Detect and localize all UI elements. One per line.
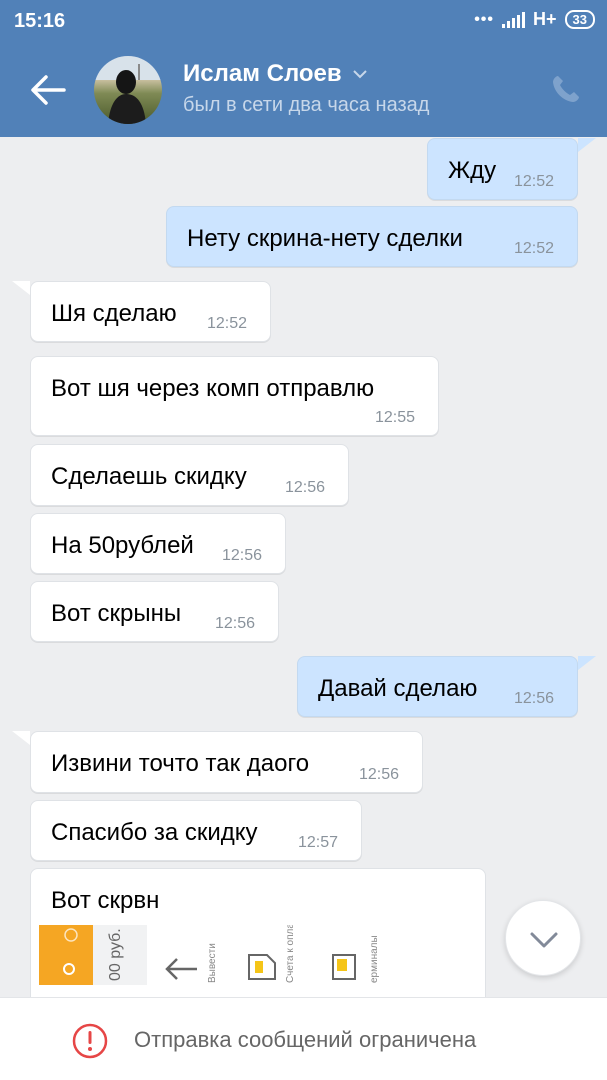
- avatar[interactable]: [94, 56, 162, 124]
- message-text: Вот скрыны: [51, 600, 182, 627]
- message-time: 12:52: [207, 315, 248, 332]
- more-dots-icon: •••: [474, 10, 495, 28]
- message-text: Давай сделаю: [318, 675, 478, 702]
- message-incoming-with-image[interactable]: Вот скрвн 00 руб. Вывести Счета к оплате: [30, 868, 486, 997]
- message-outgoing[interactable]: Нету скрина-нету сделки 12:52: [166, 206, 578, 267]
- message-incoming[interactable]: На 50рублей 12:56: [30, 513, 286, 574]
- contact-name: Ислам Слоев: [183, 60, 342, 87]
- signal-icon: [502, 11, 526, 28]
- back-arrow-icon[interactable]: [28, 72, 68, 108]
- chevron-down-icon: [530, 932, 558, 948]
- message-text: Нету скрина-нету сделки: [187, 225, 463, 252]
- bubble-tail: [12, 731, 30, 745]
- restriction-message: Отправка сообщений ограничена: [134, 1027, 477, 1052]
- attachment-amount: 00 руб.: [107, 928, 124, 981]
- status-time: 15:16: [14, 10, 66, 32]
- chevron-down-icon: [352, 70, 367, 79]
- message-incoming[interactable]: Вот шя через комп отправлю 12:55: [30, 356, 439, 436]
- document-icon: [248, 954, 276, 980]
- message-time: 12:57: [298, 834, 339, 851]
- status-icons: ••• H+ 33: [474, 9, 595, 30]
- avatar-person-icon: [108, 64, 146, 124]
- message-text: Сделаешь скидку: [51, 463, 247, 490]
- menu-item-label: Счета к оплате: [285, 925, 296, 983]
- messaging-restricted-bar: Отправка сообщений ограничена: [0, 997, 607, 1080]
- message-text: Шя сделаю: [51, 300, 177, 327]
- attachment-sidebar: [39, 925, 93, 985]
- message-time: 12:52: [514, 240, 555, 257]
- message-text: Вот шя через комп отправлю: [51, 375, 375, 402]
- contact-name-row[interactable]: Ислам Слоев: [183, 60, 368, 88]
- message-time: 12:55: [375, 409, 416, 426]
- attachment-menu: Вывести Счета к оплате ерминалы: [147, 925, 479, 985]
- battery-indicator: 33: [564, 10, 595, 29]
- message-text: Жду: [448, 157, 497, 184]
- message-outgoing[interactable]: Давай сделаю 12:56: [297, 656, 578, 717]
- message-time: 12:56: [514, 690, 555, 707]
- network-type: H+: [533, 9, 557, 29]
- message-text: Извини точто так даого: [51, 750, 310, 777]
- message-time: 12:52: [514, 173, 555, 190]
- message-outgoing[interactable]: Жду 12:52: [427, 138, 578, 200]
- message-incoming[interactable]: Сделаешь скидку 12:56: [30, 444, 349, 506]
- message-time: 12:56: [222, 547, 263, 564]
- message-text: Спасибо за скидку: [51, 819, 258, 846]
- at-sign-icon: [63, 928, 78, 975]
- arrow-left-icon: [165, 958, 197, 980]
- phone-call-icon[interactable]: [549, 72, 583, 106]
- message-text: Вот скрвн: [51, 887, 160, 914]
- message-incoming[interactable]: Вот скрыны 12:56: [30, 581, 279, 642]
- message-incoming[interactable]: Извини точто так даого 12:56: [30, 731, 423, 793]
- battery-level: 33: [572, 12, 587, 27]
- warning-icon: [72, 1023, 108, 1059]
- contact-last-seen: был в сети два часа назад: [183, 94, 430, 116]
- bubble-tail: [578, 656, 596, 670]
- message-time: 12:56: [359, 766, 400, 783]
- message-time: 12:56: [215, 615, 256, 632]
- scroll-down-button[interactable]: [505, 900, 581, 976]
- terminal-icon: [332, 954, 356, 980]
- bubble-tail: [578, 138, 596, 152]
- chat-header: Ислам Слоев был в сети два часа назад: [0, 44, 607, 137]
- message-time: 12:56: [285, 479, 326, 496]
- message-text: На 50рублей: [51, 532, 194, 559]
- menu-item-label: ерминалы: [369, 935, 380, 983]
- message-incoming[interactable]: Шя сделаю 12:52: [30, 281, 271, 342]
- bubble-tail: [12, 281, 30, 295]
- image-attachment[interactable]: 00 руб. Вывести Счета к оплате ерминалы: [39, 925, 479, 985]
- menu-item-label: Вывести: [207, 943, 218, 983]
- message-incoming[interactable]: Спасибо за скидку 12:57: [30, 800, 362, 861]
- status-bar: 15:16 ••• H+ 33: [0, 0, 607, 44]
- message-list[interactable]: Жду 12:52 Нету скрина-нету сделки 12:52 …: [0, 137, 607, 997]
